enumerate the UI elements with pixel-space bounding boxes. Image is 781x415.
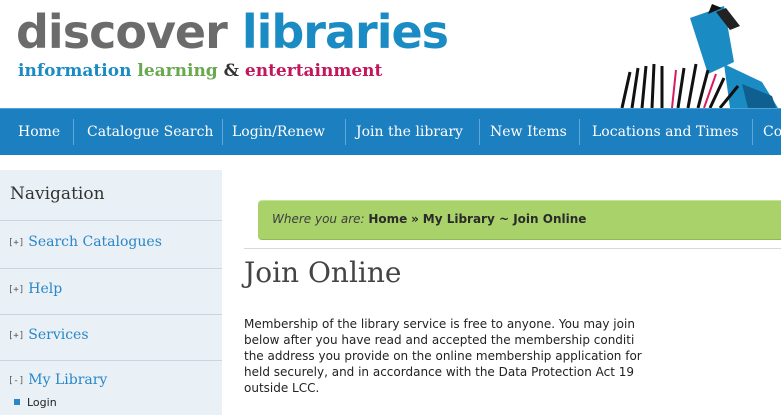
sidebar-item-services[interactable]: [+] Services (8, 327, 89, 343)
logo-word-libraries: libraries (241, 5, 449, 59)
site-logo[interactable]: discover libraries (16, 4, 449, 60)
main-navigation: Home Catalogue Search Login/Renew Join t… (0, 108, 781, 155)
sidebar-divider (0, 220, 222, 221)
sidebar-divider (0, 360, 222, 361)
nav-separator (73, 119, 74, 145)
sidebar-navigation: Navigation [+] Search Catalogues [+] Help … (0, 170, 222, 415)
bullet-square-icon (14, 399, 20, 405)
nav-separator (479, 119, 480, 145)
sidebar-title: Navigation (10, 184, 105, 204)
logo-word-discover: discover (16, 5, 228, 59)
nav-catalogue-search[interactable]: Catalogue Search (87, 109, 213, 155)
tagline-ampersand: & (223, 61, 239, 81)
breadcrumb-home-link[interactable]: Home (368, 212, 407, 226)
sidebar-divider (0, 314, 222, 315)
sidebar-subitem-label[interactable]: Login (27, 396, 57, 409)
nav-locations-times[interactable]: Locations and Times (592, 109, 738, 155)
nav-separator (345, 119, 346, 145)
expand-toggle[interactable]: [+] (8, 331, 24, 341)
site-header: discover libraries information learning … (0, 0, 781, 108)
expand-toggle[interactable]: [+] (8, 238, 24, 248)
nav-home[interactable]: Home (18, 109, 60, 155)
sidebar-item-label[interactable]: Help (28, 281, 62, 297)
breadcrumb-separator: » (411, 212, 419, 226)
page-title: Join Online (244, 256, 402, 289)
tagline-learning: learning (137, 61, 218, 81)
nav-separator (752, 119, 753, 145)
nav-login-renew[interactable]: Login/Renew (232, 109, 325, 155)
sidebar-subitem-login[interactable]: Login (14, 396, 57, 409)
nav-separator (579, 119, 580, 145)
sidebar-item-help[interactable]: [+] Help (8, 281, 62, 297)
sidebar-item-my-library[interactable]: [-] My Library (8, 372, 107, 388)
paragraph-line: held securely, and in accordance with th… (244, 365, 634, 379)
paragraph-line: the address you provide on the online me… (244, 349, 642, 363)
books-illustration (620, 4, 778, 108)
sidebar-item-label[interactable]: Search Catalogues (28, 234, 162, 250)
paragraph-line: below after you have read and accepted t… (244, 333, 635, 347)
nav-contact[interactable]: Co (763, 109, 781, 155)
sidebar-divider (0, 268, 222, 269)
breadcrumb-label: Where you are: (272, 212, 365, 226)
sidebar-item-label[interactable]: Services (28, 327, 88, 343)
paragraph-line: Membership of the library service is fre… (244, 317, 635, 331)
intro-paragraph: Membership of the library service is fre… (244, 316, 781, 396)
breadcrumb: Where you are: Home » My Library ~ Join … (258, 200, 781, 240)
nav-separator (222, 119, 223, 145)
sidebar-item-label[interactable]: My Library (28, 372, 107, 388)
site-tagline: information learning & entertainment (18, 60, 382, 82)
breadcrumb-current: My Library ~ Join Online (422, 212, 587, 226)
sidebar-item-search-catalogues[interactable]: [+] Search Catalogues (8, 234, 162, 250)
breadcrumb-text: Where you are: Home » My Library ~ Join … (272, 212, 586, 226)
collapse-toggle[interactable]: [-] (8, 376, 24, 386)
nav-new-items[interactable]: New Items (490, 109, 567, 155)
tagline-entertainment: entertainment (244, 61, 383, 81)
expand-toggle[interactable]: [+] (8, 285, 24, 295)
paragraph-line: outside LCC. (244, 381, 320, 395)
nav-join-library[interactable]: Join the library (356, 109, 463, 155)
tagline-information: information (18, 61, 132, 81)
content-divider (244, 248, 781, 249)
